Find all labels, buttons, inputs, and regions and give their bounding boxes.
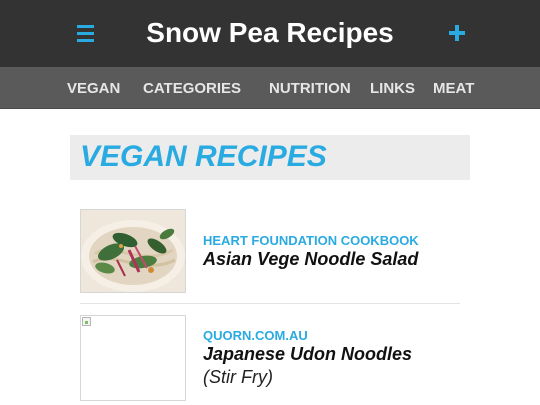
category-nav: VEGAN CATEGORIES NUTRITION LINKS MEAT bbox=[0, 67, 540, 109]
recipe-thumbnail[interactable] bbox=[80, 209, 186, 293]
noodle-salad-photo bbox=[81, 210, 185, 292]
divider bbox=[80, 303, 460, 304]
recipe-item[interactable]: QUORN.COM.AU Japanese Udon Noodles (Stir… bbox=[80, 315, 460, 405]
recipe-subtitle: (Stir Fry) bbox=[203, 367, 273, 387]
app-header: Snow Pea Recipes bbox=[0, 0, 540, 67]
recipe-source[interactable]: HEART FOUNDATION COOKBOOK bbox=[203, 233, 419, 249]
recipe-name[interactable]: Asian Vege Noodle Salad bbox=[203, 248, 418, 270]
recipe-name[interactable]: Japanese Udon Noodles bbox=[203, 343, 412, 365]
nav-item-vegan[interactable]: VEGAN bbox=[67, 80, 120, 98]
nav-item-nutrition[interactable]: NUTRITION bbox=[269, 80, 351, 98]
section-header: VEGAN RECIPES bbox=[70, 135, 470, 180]
plus-icon[interactable] bbox=[447, 23, 468, 44]
nav-item-categories[interactable]: CATEGORIES bbox=[143, 80, 241, 98]
broken-image-icon bbox=[82, 317, 91, 326]
nav-item-meat[interactable]: MEAT bbox=[433, 80, 474, 98]
recipe-source[interactable]: QUORN.COM.AU bbox=[203, 328, 308, 344]
nav-item-links[interactable]: LINKS bbox=[370, 80, 415, 98]
page-title: VEGAN RECIPES bbox=[80, 140, 327, 173]
recipe-item[interactable]: HEART FOUNDATION COOKBOOK Asian Vege Noo… bbox=[80, 209, 460, 293]
recipe-thumbnail[interactable] bbox=[80, 315, 186, 401]
